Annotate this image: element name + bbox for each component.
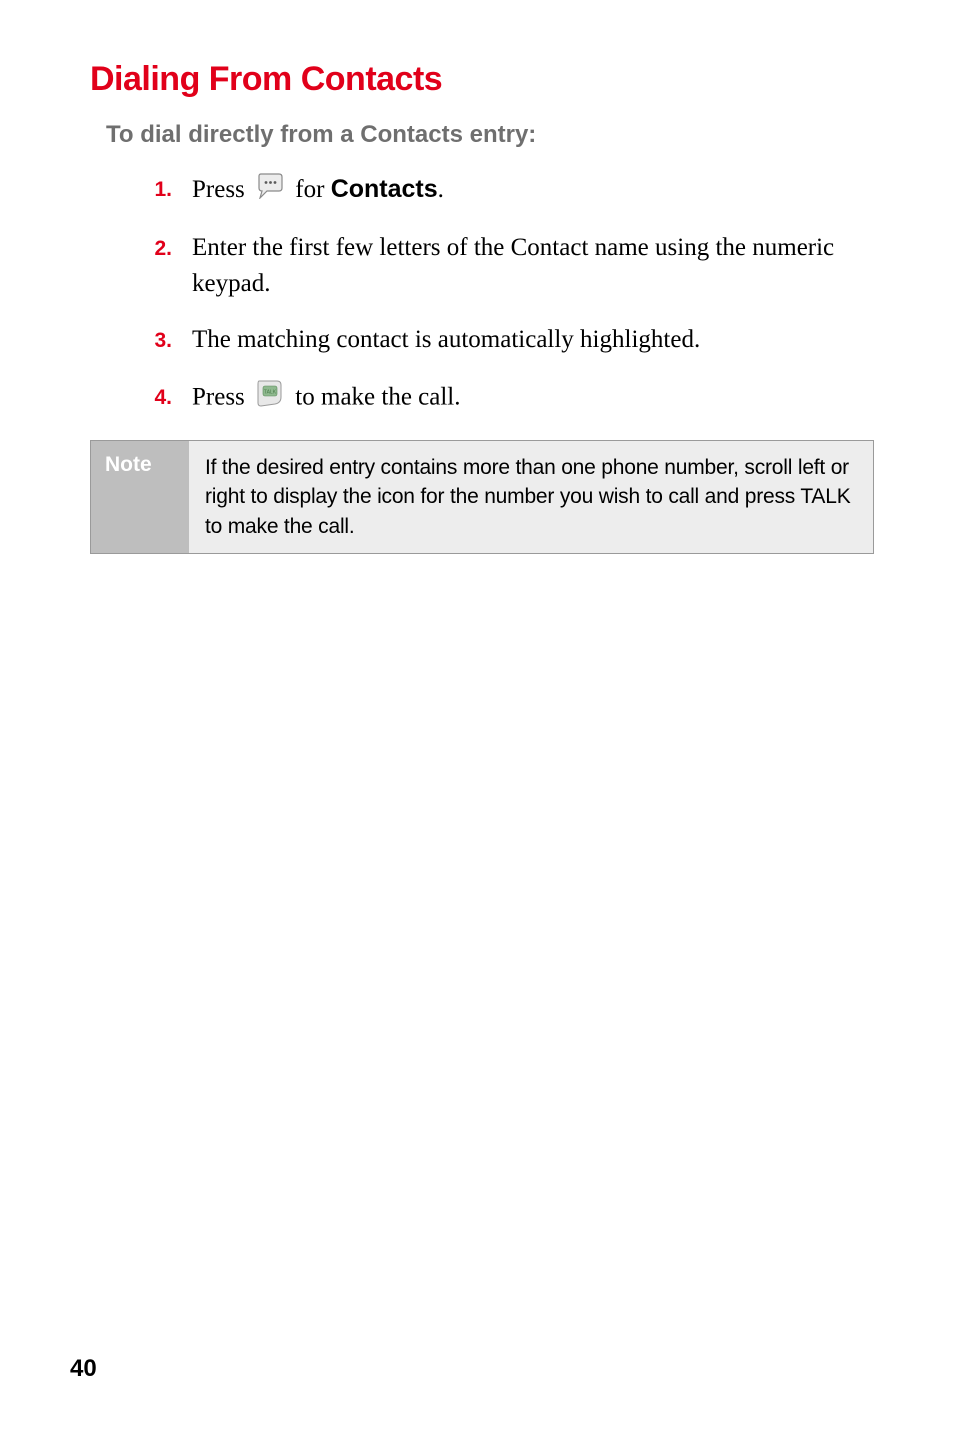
step-number: 3. <box>122 322 192 356</box>
section-heading: Dialing From Contacts <box>90 60 874 99</box>
page-body: Dialing From Contacts To dial directly f… <box>0 0 954 1410</box>
step-body: Press for Contacts. <box>192 171 874 210</box>
step-3: 3. The matching contact is automatically… <box>122 322 874 358</box>
text-fragment: Press <box>192 383 251 410</box>
step-4: 4. Press TALK to make the call. <box>122 379 874 418</box>
step-number: 4. <box>122 379 192 413</box>
talk-key-icon: TALK <box>255 379 285 418</box>
step-number: 2. <box>122 230 192 264</box>
step-body: The matching contact is automatically hi… <box>192 322 874 358</box>
text-fragment: . <box>438 176 444 203</box>
note-box: Note If the desired entry contains more … <box>90 440 874 554</box>
note-label: Note <box>91 440 190 553</box>
text-fragment: for <box>295 176 330 203</box>
instruction-list: 1. Press for Contacts. 2. Enter the firs… <box>90 171 874 418</box>
step-2: 2. Enter the first few letters of the Co… <box>122 230 874 303</box>
section-subheading: To dial directly from a Contacts entry: <box>106 121 874 149</box>
page-number: 40 <box>70 1355 97 1383</box>
text-bold: Contacts <box>331 175 438 203</box>
step-body: Enter the first few letters of the Conta… <box>192 230 874 303</box>
note-body: If the desired entry contains more than … <box>189 440 874 553</box>
speech-bubble-icon <box>255 173 285 210</box>
text-fragment: to make the call. <box>295 383 460 410</box>
step-body: Press TALK to make the call. <box>192 379 874 418</box>
step-number: 1. <box>122 171 192 205</box>
step-1: 1. Press for Contacts. <box>122 171 874 210</box>
svg-text:TALK: TALK <box>264 389 277 395</box>
text-fragment: Press <box>192 176 251 203</box>
